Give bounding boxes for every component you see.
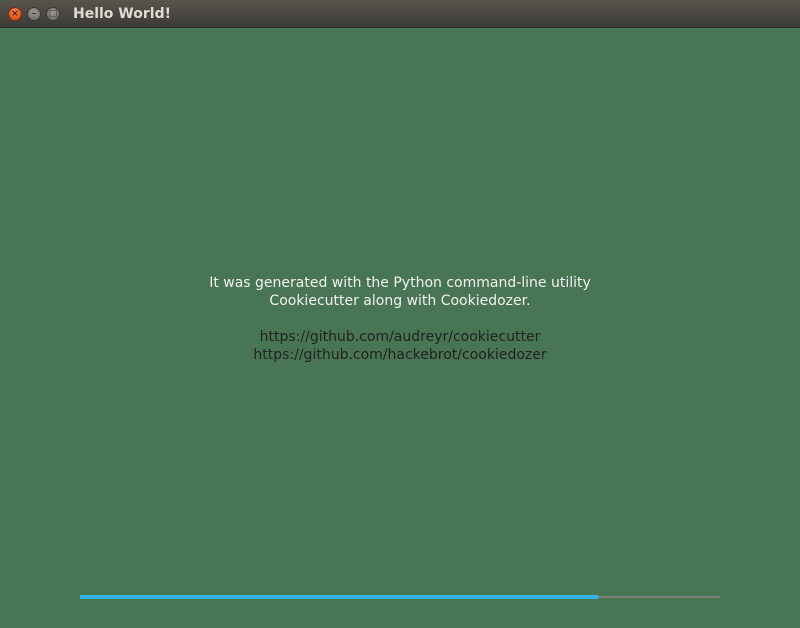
maximize-icon: □ xyxy=(48,8,58,19)
close-window-button[interactable]: × xyxy=(8,7,22,21)
description-line-2: Cookiecutter along with Cookiedozer. xyxy=(269,293,531,309)
description-line-1: It was generated with the Python command… xyxy=(209,275,591,291)
minimize-window-button[interactable]: – xyxy=(27,7,41,21)
cookiedozer-link: https://github.com/hackebrot/cookiedozer xyxy=(253,347,547,363)
info-text-block: It was generated with the Python command… xyxy=(0,274,800,364)
minimize-icon: – xyxy=(31,8,37,19)
progress-bar-fill xyxy=(80,595,599,599)
title-bar[interactable]: × – □ Hello World! xyxy=(0,0,800,28)
maximize-window-button[interactable]: □ xyxy=(46,7,60,21)
cookiecutter-link: https://github.com/audreyr/cookiecutter xyxy=(259,329,541,345)
progress-bar xyxy=(80,595,720,599)
window-title: Hello World! xyxy=(73,6,171,22)
app-window: × – □ Hello World! It was generated with… xyxy=(0,0,800,628)
close-icon: × xyxy=(11,8,19,19)
